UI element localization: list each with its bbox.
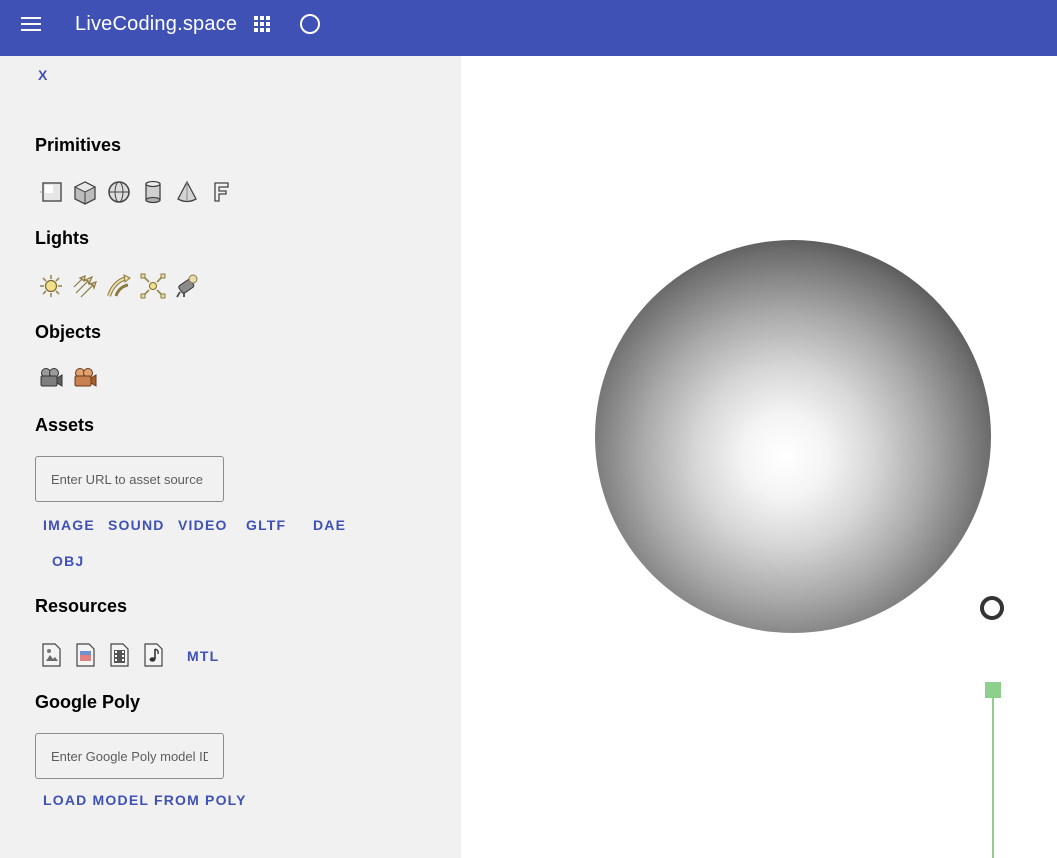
sound-button[interactable]: SOUND bbox=[108, 517, 165, 533]
directional-light-icon[interactable] bbox=[71, 272, 99, 300]
plane-icon[interactable] bbox=[37, 178, 65, 206]
video-button[interactable]: VIDEO bbox=[178, 517, 228, 533]
dae-button[interactable]: DAE bbox=[313, 517, 346, 533]
objects-heading: Objects bbox=[35, 322, 102, 342]
google-poly-heading: Google Poly bbox=[35, 692, 141, 712]
audio-file-icon[interactable] bbox=[139, 641, 167, 669]
close-sidebar-button[interactable]: X bbox=[38, 67, 47, 83]
mtl-button[interactable]: MTL bbox=[187, 648, 219, 664]
top-app-bar: LiveCoding.space bbox=[0, 0, 1057, 56]
apps-grid-icon[interactable] bbox=[254, 16, 270, 32]
poly-model-id-input[interactable] bbox=[35, 733, 224, 779]
image-button[interactable]: IMAGE bbox=[43, 517, 95, 533]
translate-gizmo-handle[interactable] bbox=[985, 682, 1001, 698]
hamburger-menu-icon[interactable] bbox=[21, 17, 41, 33]
cylinder-icon[interactable] bbox=[139, 178, 167, 206]
cone-icon[interactable] bbox=[173, 178, 201, 206]
obj-button[interactable]: OBJ bbox=[52, 553, 84, 569]
assets-heading: Assets bbox=[35, 415, 95, 435]
gizmo-axis-line bbox=[992, 698, 994, 858]
image-file-icon[interactable] bbox=[37, 641, 65, 669]
sphere-icon[interactable] bbox=[105, 178, 133, 206]
sidebar-panel: X Primitives Lights Objects Assets Enter… bbox=[0, 56, 461, 858]
primitives-toolbar bbox=[37, 178, 235, 206]
lights-heading: Lights bbox=[35, 228, 89, 248]
avatar-camera-icon[interactable] bbox=[71, 364, 99, 392]
resources-heading: Resources bbox=[35, 596, 128, 616]
app-title: LiveCoding.space bbox=[75, 13, 238, 35]
spot-light-icon[interactable] bbox=[105, 272, 133, 300]
cube-icon[interactable] bbox=[71, 178, 99, 206]
text-icon[interactable] bbox=[207, 178, 235, 206]
objects-toolbar bbox=[37, 364, 99, 392]
resources-toolbar bbox=[37, 641, 167, 669]
circle-icon[interactable] bbox=[300, 14, 320, 34]
lights-toolbar bbox=[37, 272, 201, 300]
camera-object-icon[interactable] bbox=[37, 364, 65, 392]
sun-light-icon[interactable] bbox=[37, 272, 65, 300]
rotation-gizmo-ring[interactable] bbox=[980, 596, 1004, 620]
scene-viewport[interactable] bbox=[461, 56, 1057, 858]
gltf-button[interactable]: GLTF bbox=[246, 517, 286, 533]
asset-url-input[interactable] bbox=[35, 456, 224, 502]
point-light-icon[interactable] bbox=[139, 272, 167, 300]
primitives-heading: Primitives bbox=[35, 135, 122, 155]
video-file-icon[interactable] bbox=[105, 641, 133, 669]
picture-file-icon[interactable] bbox=[71, 641, 99, 669]
load-model-from-poly-button[interactable]: LOAD MODEL FROM POLY bbox=[43, 792, 247, 808]
camera-light-icon[interactable] bbox=[173, 272, 201, 300]
scene-sphere[interactable] bbox=[595, 240, 991, 633]
